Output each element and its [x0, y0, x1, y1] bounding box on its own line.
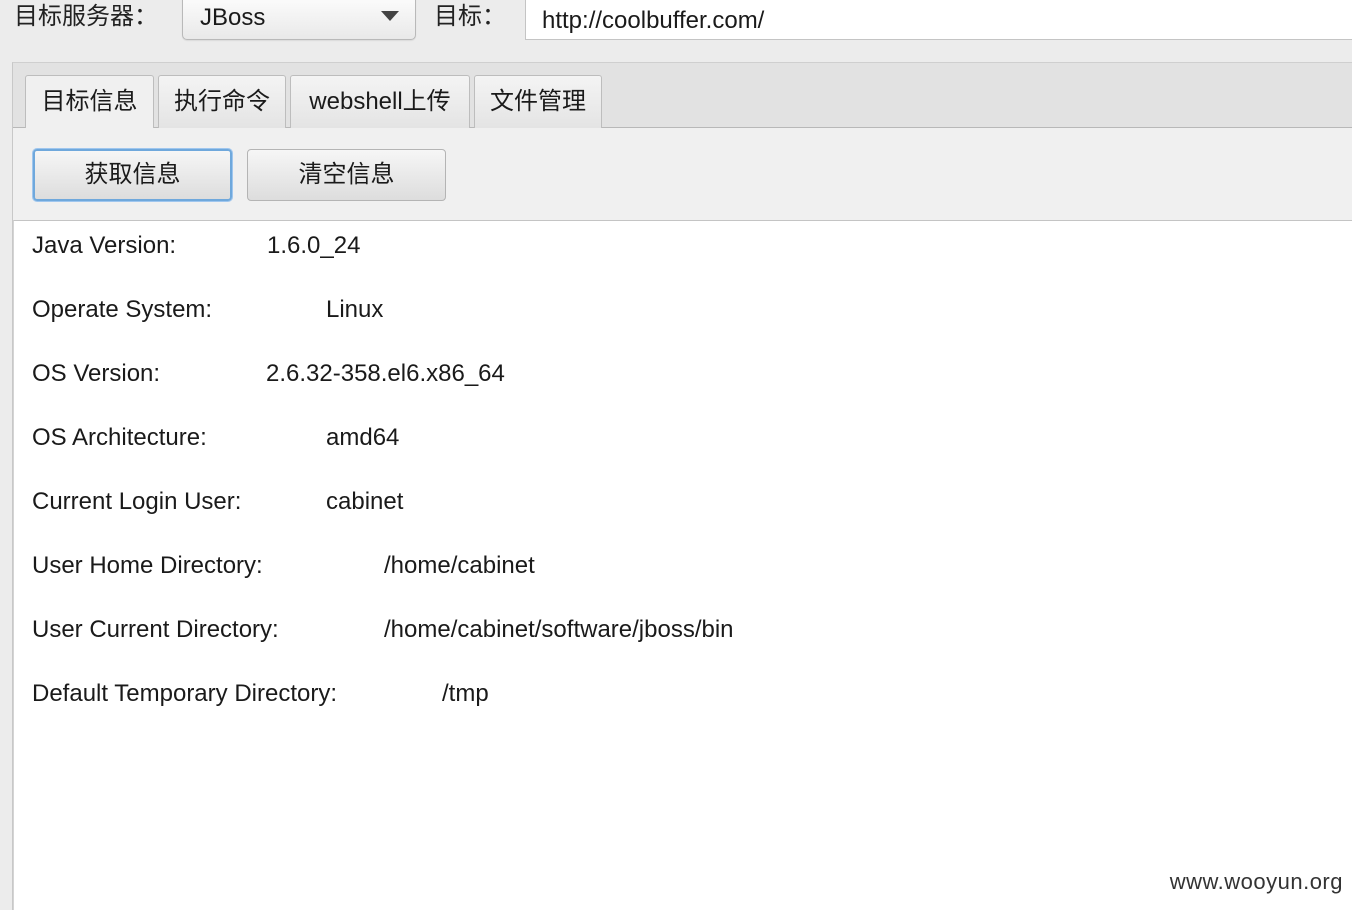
info-value: 2.6.32-358.el6.x86_64	[266, 360, 505, 387]
tab-execute-command[interactable]: 执行命令	[158, 75, 286, 128]
app-window: 目标服务器： JBoss 目标： 目标信息 执行命令 webshell上传 文件…	[0, 0, 1352, 910]
info-value: /home/cabinet/software/jboss/bin	[384, 616, 734, 643]
action-bar: 获取信息 清空信息	[13, 128, 1352, 220]
server-label: 目标服务器：	[14, 3, 158, 30]
watermark: www.wooyun.org	[1169, 869, 1343, 894]
info-key: Java Version:	[32, 232, 177, 259]
target-url-input[interactable]	[525, 0, 1352, 40]
info-value: /home/cabinet	[384, 552, 535, 579]
target-label: 目标：	[434, 3, 506, 30]
fetch-info-button[interactable]: 获取信息	[33, 149, 232, 201]
info-value: 1.6.0_24	[267, 232, 361, 259]
info-key: User Current Directory:	[32, 616, 279, 643]
info-key: Operate System:	[32, 296, 213, 323]
info-key: OS Architecture:	[32, 424, 207, 451]
tab-panel: 目标信息 执行命令 webshell上传 文件管理 获取信息 清空信息 Java…	[12, 62, 1352, 910]
info-output-area[interactable]: Java Version: 1.6.0_24 Operate System: L…	[13, 220, 1352, 910]
server-select[interactable]: JBoss	[182, 0, 416, 40]
info-key: Current Login User:	[32, 488, 242, 515]
info-value: cabinet	[326, 488, 404, 515]
tab-webshell-upload[interactable]: webshell上传	[290, 75, 470, 128]
info-key: User Home Directory:	[32, 552, 263, 579]
target-toolbar: 目标服务器： JBoss 目标：	[0, 0, 1352, 44]
tab-target-info[interactable]: 目标信息	[25, 75, 154, 129]
chevron-down-icon[interactable]	[381, 11, 399, 21]
info-value: /tmp	[442, 680, 489, 707]
info-key: OS Version:	[32, 360, 161, 387]
info-value: Linux	[326, 296, 384, 323]
info-key: Default Temporary Directory:	[32, 680, 337, 707]
tab-strip: 目标信息 执行命令 webshell上传 文件管理	[13, 63, 1352, 129]
info-value: amd64	[326, 424, 400, 451]
tab-file-management[interactable]: 文件管理	[474, 75, 602, 128]
clear-info-button[interactable]: 清空信息	[247, 149, 446, 201]
server-select-value: JBoss	[200, 4, 266, 31]
